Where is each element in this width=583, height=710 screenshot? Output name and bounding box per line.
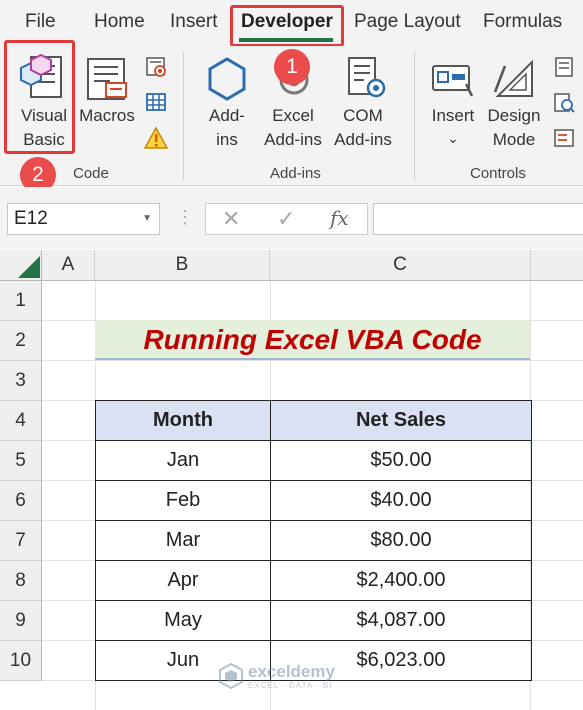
- sales-table: Month Net Sales Jan $50.00 Feb $40.00 Ma…: [95, 400, 532, 681]
- tab-home[interactable]: Home: [94, 11, 145, 33]
- row-header-8[interactable]: 8: [0, 561, 42, 601]
- month-cell[interactable]: Mar: [95, 520, 271, 561]
- record-macro-icon[interactable]: [145, 56, 167, 78]
- month-cell[interactable]: Jan: [95, 440, 271, 481]
- design-mode-label-1: Design: [487, 106, 541, 125]
- net-sales-cell[interactable]: $2,400.00: [270, 560, 532, 601]
- developer-tab-highlight: [230, 5, 344, 47]
- com-add-ins-label-2: Add-ins: [334, 130, 392, 149]
- month-cell[interactable]: Feb: [95, 480, 271, 521]
- row-header-1[interactable]: 1: [0, 281, 42, 321]
- enter-icon[interactable]: ✓: [277, 206, 295, 232]
- row-header-5[interactable]: 5: [0, 441, 42, 481]
- design-mode-icon: [493, 59, 533, 97]
- cancel-icon[interactable]: ✕: [222, 206, 240, 232]
- table-row: Apr $2,400.00: [95, 560, 532, 601]
- step-marker-1: 1: [274, 49, 310, 85]
- header-month[interactable]: Month: [95, 400, 271, 441]
- sheet-title-cell[interactable]: Running Excel VBA Code: [95, 320, 530, 360]
- tab-page-layout[interactable]: Page Layout: [354, 11, 461, 33]
- add-ins-icon: [208, 57, 246, 101]
- column-header-a[interactable]: A: [42, 250, 95, 281]
- row-header-3[interactable]: 3: [0, 361, 42, 401]
- select-all-triangle-icon: [18, 256, 40, 278]
- table-row: Mar $80.00: [95, 520, 532, 561]
- name-box-dropdown-icon[interactable]: ▼: [142, 213, 152, 224]
- net-sales-cell[interactable]: $50.00: [270, 440, 532, 481]
- net-sales-cell[interactable]: $4,087.00: [270, 600, 532, 641]
- formula-bar-grip-icon: ⋮: [176, 207, 194, 227]
- row-header-4[interactable]: 4: [0, 401, 42, 441]
- add-ins-label-2: ins: [216, 130, 238, 149]
- tab-insert[interactable]: Insert: [170, 11, 218, 33]
- month-cell[interactable]: May: [95, 600, 271, 641]
- month-cell[interactable]: Jun: [95, 640, 271, 681]
- net-sales-cell[interactable]: $80.00: [270, 520, 532, 561]
- column-header-d[interactable]: [531, 250, 583, 281]
- chevron-down-icon: ⌄: [447, 130, 459, 146]
- insert-controls-icon: [432, 65, 474, 97]
- row-header-9[interactable]: 9: [0, 601, 42, 641]
- group-separator: [183, 52, 184, 180]
- row-header-6[interactable]: 6: [0, 481, 42, 521]
- watermark-name: exceldemy: [248, 662, 335, 681]
- header-net-sales[interactable]: Net Sales: [270, 400, 532, 441]
- formula-input[interactable]: [373, 203, 583, 235]
- controls-group-label: Controls: [470, 165, 526, 182]
- excel-add-ins-label-1: Excel: [272, 106, 314, 125]
- group-separator: [414, 52, 415, 180]
- column-header-b[interactable]: B: [95, 250, 270, 281]
- row-header-7[interactable]: 7: [0, 521, 42, 561]
- row-header-2[interactable]: 2: [0, 321, 42, 361]
- insert-control-label: Insert: [431, 106, 475, 125]
- name-box-value: E12: [14, 208, 48, 229]
- macros-label: Macros: [79, 106, 135, 125]
- add-ins-group-label: Add-ins: [270, 165, 321, 182]
- table-row: Feb $40.00: [95, 480, 532, 521]
- code-group-label: Code: [73, 165, 109, 182]
- macros-icon: [87, 58, 127, 100]
- macro-security-icon[interactable]: [143, 126, 169, 150]
- excel-add-ins-label-2: Add-ins: [264, 130, 322, 149]
- name-box[interactable]: E12 ▼: [7, 203, 160, 235]
- month-cell[interactable]: Apr: [95, 560, 271, 601]
- insert-function-icon[interactable]: fx: [330, 206, 349, 230]
- com-add-ins-label-1: COM: [343, 106, 383, 125]
- tab-formulas[interactable]: Formulas: [483, 11, 562, 33]
- column-header-c[interactable]: C: [270, 250, 531, 281]
- view-code-icon[interactable]: [553, 92, 575, 114]
- exceldemy-logo-icon: [219, 662, 243, 690]
- visual-basic-highlight: [4, 40, 75, 154]
- run-dialog-icon[interactable]: [553, 127, 575, 149]
- relative-references-icon[interactable]: [145, 91, 167, 113]
- net-sales-cell[interactable]: $40.00: [270, 480, 532, 521]
- tab-file[interactable]: File: [25, 11, 56, 33]
- table-row: Jan $50.00: [95, 440, 532, 481]
- table-row: May $4,087.00: [95, 600, 532, 641]
- design-mode-label-2: Mode: [492, 130, 536, 149]
- properties-icon[interactable]: [553, 56, 575, 78]
- table-header-row: Month Net Sales: [95, 400, 532, 441]
- row-header-10[interactable]: 10: [0, 641, 42, 681]
- select-all-button[interactable]: [0, 250, 42, 281]
- add-ins-label-1: Add-: [209, 106, 245, 125]
- watermark-tagline: EXCEL · DATA · BI: [248, 681, 333, 690]
- gridline: [42, 360, 583, 361]
- watermark: exceldemy EXCEL · DATA · BI: [218, 662, 335, 692]
- com-add-ins-icon: [348, 57, 386, 98]
